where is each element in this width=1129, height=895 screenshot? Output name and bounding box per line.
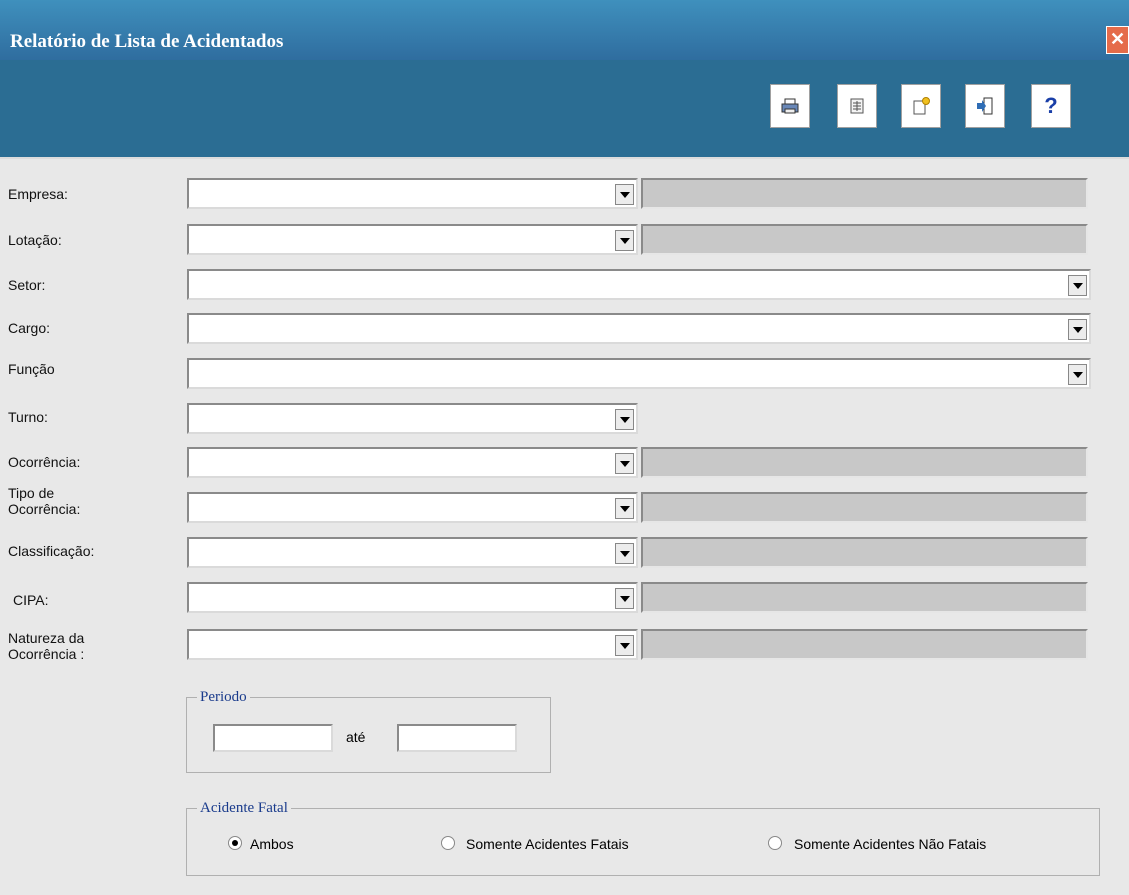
empresa-description	[641, 178, 1088, 209]
chevron-down-icon[interactable]	[1068, 364, 1087, 385]
cipa-select[interactable]	[187, 582, 638, 613]
print-button[interactable]	[770, 84, 810, 128]
empresa-select[interactable]	[187, 178, 638, 209]
chevron-down-icon[interactable]	[1068, 319, 1087, 340]
title-bar: Relatório de Lista de Acidentados ✕	[0, 0, 1129, 60]
toolbar	[0, 60, 1129, 159]
report-button[interactable]	[837, 84, 877, 128]
classificacao-description	[641, 537, 1088, 568]
natureza-label-line1: Natureza da	[8, 630, 85, 646]
lotacao-description	[641, 224, 1088, 255]
exit-button[interactable]	[965, 84, 1005, 128]
radio-somente-fatais-label[interactable]: Somente Acidentes Fatais	[466, 836, 629, 852]
ocorrencia-select[interactable]	[187, 447, 638, 478]
chevron-down-icon[interactable]	[615, 635, 634, 656]
acidente-fatal-legend: Acidente Fatal	[197, 800, 291, 816]
new-document-icon	[913, 97, 930, 115]
tipo-ocorrencia-select[interactable]	[187, 492, 638, 523]
classificacao-label: Classificação:	[8, 543, 95, 559]
funcao-select[interactable]	[187, 358, 1091, 389]
close-button[interactable]: ✕	[1106, 26, 1129, 54]
turno-select[interactable]	[187, 403, 638, 434]
help-icon: ?	[1044, 93, 1058, 118]
tipo-ocorrencia-label-line2: Ocorrência:	[8, 501, 81, 517]
radio-somente-nao-fatais-label[interactable]: Somente Acidentes Não Fatais	[794, 836, 986, 852]
chevron-down-icon[interactable]	[615, 498, 634, 519]
setor-select[interactable]	[187, 269, 1091, 300]
cipa-label: CIPA:	[13, 592, 49, 608]
chevron-down-icon[interactable]	[615, 409, 634, 430]
natureza-select[interactable]	[187, 629, 638, 660]
periodo-separator: até	[346, 729, 366, 745]
funcao-label: Função	[8, 361, 55, 377]
periodo-legend: Periodo	[197, 689, 250, 705]
periodo-end-input[interactable]	[397, 724, 517, 752]
natureza-label-line2: Ocorrência :	[8, 646, 85, 662]
lotacao-select[interactable]	[187, 224, 638, 255]
setor-label: Setor:	[8, 277, 46, 293]
chevron-down-icon[interactable]	[615, 588, 634, 609]
cipa-description	[641, 582, 1088, 613]
ocorrencia-description	[641, 447, 1088, 478]
tipo-ocorrencia-label-line1: Tipo de	[8, 485, 55, 501]
chevron-down-icon[interactable]	[615, 184, 634, 205]
radio-somente-nao-fatais[interactable]	[768, 836, 782, 850]
radio-ambos-label[interactable]: Ambos	[250, 836, 294, 852]
window-title: Relatório de Lista de Acidentados	[10, 31, 284, 52]
tipo-ocorrencia-description	[641, 492, 1088, 523]
new-document-button[interactable]	[901, 84, 941, 128]
chevron-down-icon[interactable]	[615, 230, 634, 251]
chevron-down-icon[interactable]	[615, 543, 634, 564]
ocorrencia-label: Ocorrência:	[8, 454, 81, 470]
chevron-down-icon[interactable]	[1068, 275, 1087, 296]
help-button[interactable]: ?	[1031, 84, 1071, 128]
turno-label: Turno:	[8, 409, 48, 425]
periodo-start-input[interactable]	[213, 724, 333, 752]
empresa-label: Empresa:	[8, 186, 68, 202]
radio-ambos[interactable]	[228, 836, 242, 850]
lotacao-label: Lotação:	[8, 232, 62, 248]
natureza-description	[641, 629, 1088, 660]
cargo-label: Cargo:	[8, 320, 51, 336]
radio-somente-fatais[interactable]	[441, 836, 455, 850]
cargo-select[interactable]	[187, 313, 1091, 344]
report-icon	[850, 98, 864, 114]
classificacao-select[interactable]	[187, 537, 638, 568]
chevron-down-icon[interactable]	[615, 453, 634, 474]
exit-icon	[977, 97, 993, 115]
print-icon	[781, 98, 799, 114]
